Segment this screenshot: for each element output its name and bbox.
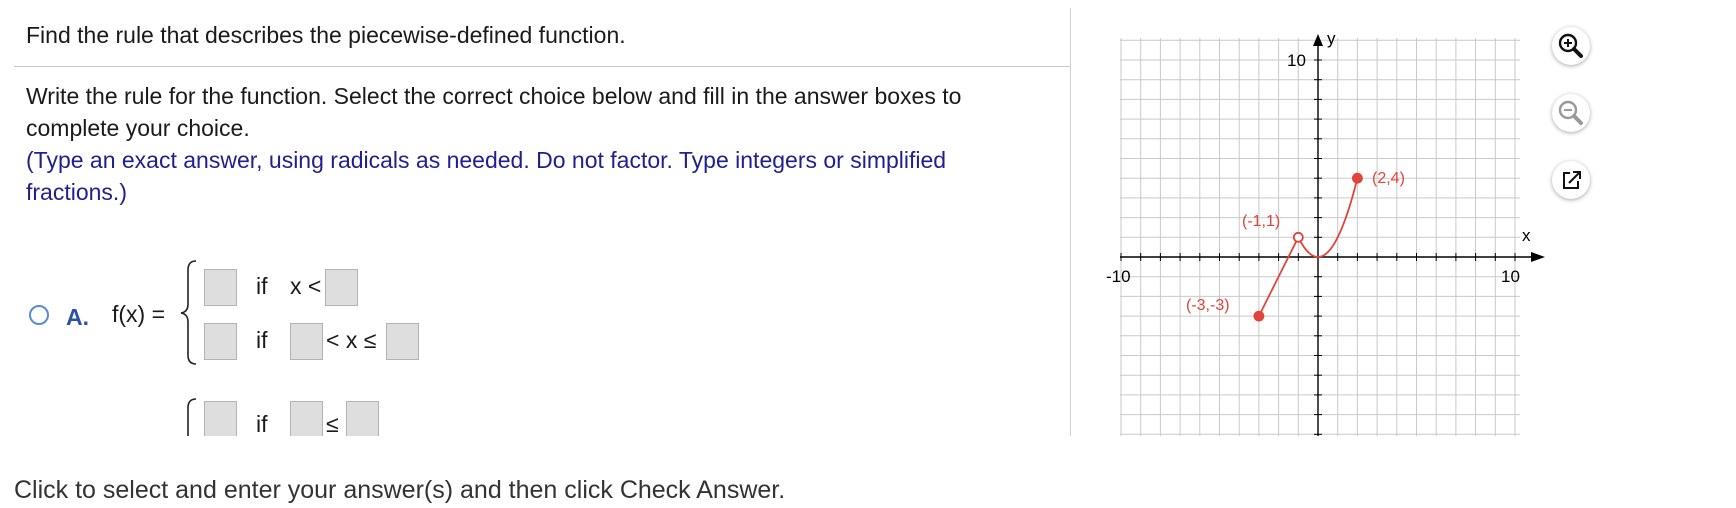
answer-box-a2-upper[interactable] (386, 323, 419, 360)
zoom-out-button[interactable] (1552, 94, 1590, 132)
zoom-in-icon (1558, 33, 1583, 58)
answer-box-b1-expression[interactable] (204, 401, 237, 436)
zoom-in-button[interactable] (1552, 27, 1590, 65)
piecewise-brace (180, 260, 197, 365)
point-label-neg3-neg3: (-3,-3) (1186, 297, 1230, 314)
if-label-a2: if (256, 327, 268, 353)
open-external-button[interactable] (1552, 161, 1590, 199)
answer-box-a2-lower[interactable] (290, 323, 323, 360)
answer-box-a2-expression[interactable] (204, 323, 237, 360)
point-label-neg1-1: (-1,1) (1242, 213, 1280, 230)
panel-divider (1070, 8, 1071, 436)
open-external-icon (1563, 171, 1581, 189)
question-title: Find the rule that describes the piecewi… (26, 22, 626, 48)
answer-box-a1-bound[interactable] (325, 269, 358, 306)
instructions: Write the rule for the function. Select … (26, 80, 1026, 208)
closed-point (1253, 310, 1265, 322)
choice-a-radio[interactable] (29, 305, 49, 325)
x-tick-neg10: -10 (1106, 267, 1131, 286)
answer-box-b1-upper[interactable] (346, 401, 379, 436)
open-point (1292, 231, 1304, 243)
fx-label: f(x) = (112, 301, 166, 327)
footer-instruction: Click to select and enter your answer(s)… (14, 476, 786, 504)
condition-label-a1: x < (290, 273, 322, 299)
y-tick-10: 10 (1287, 51, 1306, 70)
zoom-out-icon (1558, 100, 1583, 125)
choice-area: A. f(x) = if x < if < x ≤ if ≤ (0, 250, 1070, 436)
header-divider (14, 66, 1070, 67)
function-curve (1253, 172, 1363, 322)
if-label-a1: if (256, 273, 268, 299)
point-label-2-4: (2,4) (1372, 170, 1405, 187)
x-axis-arrow (1531, 252, 1545, 262)
closed-point (1352, 172, 1363, 184)
condition-label-b1: ≤ (326, 411, 339, 436)
choice-a-letter: A. (66, 304, 89, 330)
answer-box-a1-expression[interactable] (204, 269, 237, 306)
y-axis-label: y (1327, 29, 1336, 48)
x-axis-label: x (1522, 226, 1531, 245)
piecewise-brace-b (187, 398, 197, 436)
x-tick-10: 10 (1501, 267, 1520, 286)
instruction-text: Write the rule for the function. Select … (26, 83, 962, 141)
condition-label-a2: < x ≤ (326, 327, 377, 353)
function-graph: y x -10 10 10 (2,4) (-1,1) (-3,-3) (1106, 29, 1545, 436)
hint-text: (Type an exact answer, using radicals as… (26, 147, 947, 205)
if-label-b1: if (256, 411, 268, 436)
answer-box-b1-lower[interactable] (290, 401, 323, 436)
